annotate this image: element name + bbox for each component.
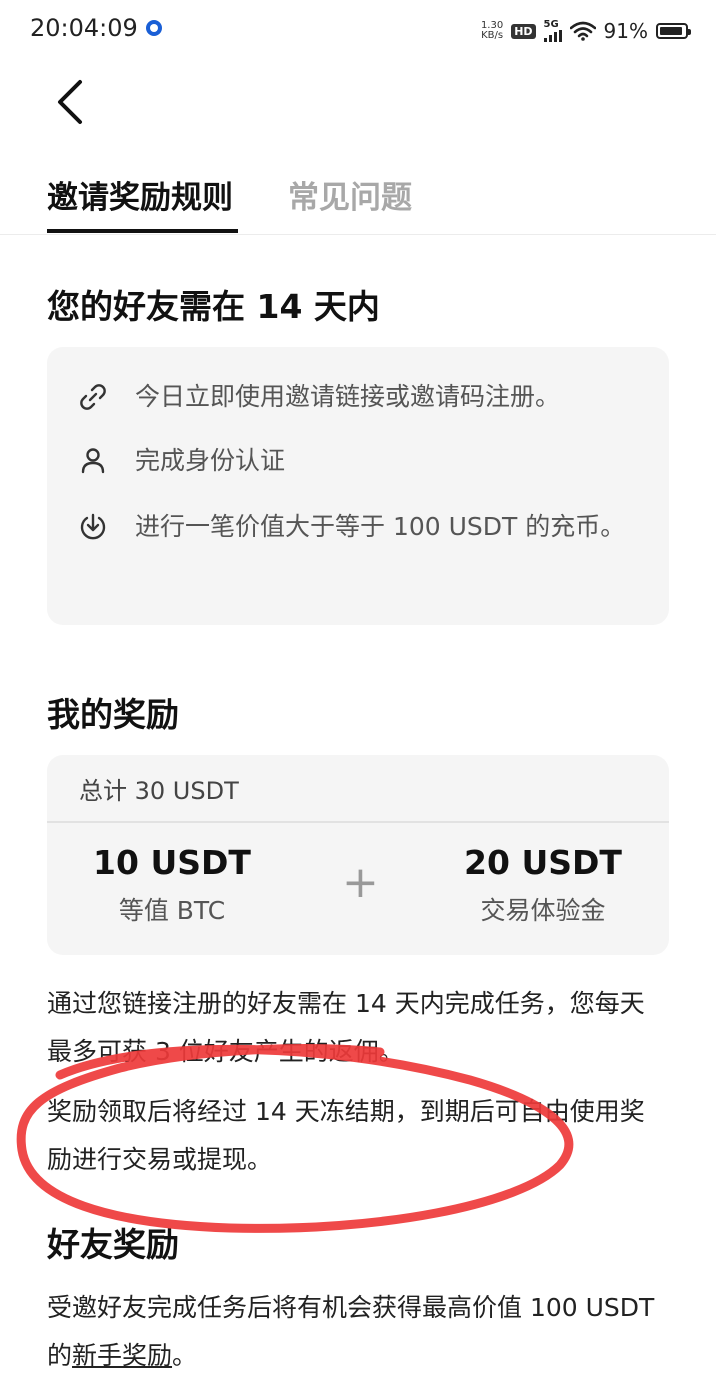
plus-icon: +	[342, 857, 379, 908]
status-time: 20:04:09	[30, 14, 138, 42]
conditions-heading: 您的好友需在 14 天内	[47, 287, 380, 326]
app-notification-icon	[146, 20, 162, 36]
link-icon	[80, 384, 106, 410]
friend-rewards-heading: 好友奖励	[47, 1225, 179, 1264]
my-rewards-heading: 我的奖励	[47, 695, 179, 734]
rewards-total: 总计 30 USDT	[79, 777, 239, 805]
rewards-card: 总计 30 USDT 10 USDT 等值 BTC + 20 USDT 交易体验…	[47, 755, 669, 955]
reward-label-btc: 等值 BTC	[118, 896, 226, 925]
wifi-icon	[569, 21, 596, 41]
battery-icon	[656, 23, 691, 39]
conditions-card: 今日立即使用邀请链接或邀请码注册。 完成身份认证 进行一笔价值大于等于 100 …	[47, 347, 669, 625]
network-type: 5G	[543, 19, 559, 30]
rewards-total-row: 总计 30 USDT	[47, 755, 669, 823]
rewards-note-1: 通过您链接注册的好友需在 14 天内完成任务，您每天最多可获 3 位好友产生的返…	[47, 989, 645, 1066]
deposit-icon	[80, 513, 106, 540]
condition-text: 今日立即使用邀请链接或邀请码注册。	[135, 382, 561, 411]
status-bar: 20:04:09 1.30 KB/s HD 5G 91%	[0, 0, 716, 60]
network-speed: 1.30 KB/s	[481, 21, 503, 41]
friend-rewards-text-after: 。	[172, 1341, 198, 1370]
active-tab-indicator	[47, 229, 238, 233]
tab-faq[interactable]: 常见问题	[288, 172, 412, 217]
chevron-left-icon	[58, 80, 82, 124]
signal-icon: 5G	[543, 19, 562, 42]
battery-percent: 91%	[603, 19, 648, 43]
network-speed-unit: KB/s	[481, 30, 504, 41]
tab-bar: 邀请奖励规则 常见问题	[0, 160, 716, 235]
newbie-rewards-link[interactable]: 新手奖励	[72, 1341, 172, 1370]
hd-icon: HD	[511, 23, 536, 39]
reward-label-trial: 交易体验金	[480, 896, 606, 925]
tab-invite-rules[interactable]: 邀请奖励规则	[47, 172, 233, 217]
friend-rewards-text: 受邀好友完成任务后将有机会获得最高价值 100 USDT 的新手奖励。	[47, 1284, 669, 1380]
user-icon	[81, 448, 105, 474]
status-indicators: 1.30 KB/s HD 5G 91%	[481, 14, 691, 48]
rewards-note-2: 奖励领取后将经过 14 天冻结期，到期后可自由使用奖励进行交易或提现。	[47, 1097, 645, 1174]
back-button[interactable]	[40, 72, 100, 132]
condition-text: 完成身份认证	[135, 446, 286, 475]
reward-amount-trial: 20 USDT	[464, 843, 622, 882]
condition-text: 进行一笔价值大于等于 100 USDT 的充币。	[135, 512, 626, 541]
reward-amount-btc: 10 USDT	[93, 843, 251, 882]
